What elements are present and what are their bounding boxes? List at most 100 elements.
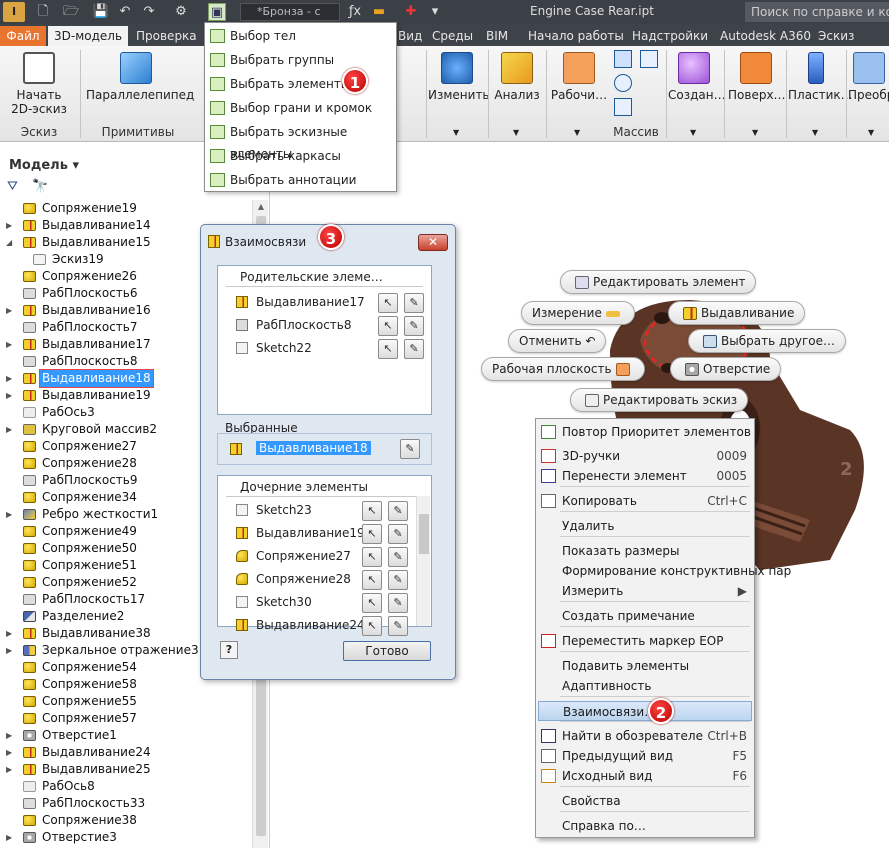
select-in-graphics-button[interactable]: ↖ xyxy=(378,339,398,359)
close-button[interactable]: ✕ xyxy=(418,234,448,251)
context-menu-item[interactable]: Взаимосвязи… xyxy=(538,701,752,721)
context-menu-item[interactable]: Измерить ▶ xyxy=(538,581,752,601)
select-in-graphics-button[interactable]: ↖ xyxy=(362,593,382,613)
tree-node[interactable]: ▶ Отверстие1 xyxy=(0,727,252,744)
create-freeform-button[interactable]: Создан… xyxy=(668,52,726,102)
convert-button[interactable]: Преобр xyxy=(848,52,889,102)
select-mode-icon[interactable]: ▣ xyxy=(208,3,226,21)
work-plane-pill[interactable]: Рабочая плоскость xyxy=(481,357,645,381)
rect-pattern-button[interactable] xyxy=(614,50,636,68)
tab-3d-model[interactable]: 3D-модель xyxy=(48,26,129,46)
material-select[interactable]: *Бронза - с xyxy=(240,3,340,21)
scroll-thumb[interactable] xyxy=(419,514,429,554)
context-menu-item[interactable]: Справка по… xyxy=(538,816,752,836)
find-icon[interactable]: 🔭 xyxy=(32,179,48,194)
chevron-down-icon[interactable]: ▼ xyxy=(453,128,459,137)
edit-feature-button[interactable]: ✎ xyxy=(400,439,420,459)
work-features-button[interactable]: Рабочи… xyxy=(550,52,608,102)
expand-icon[interactable]: ▶ xyxy=(6,370,16,387)
context-menu-item[interactable]: Создать примечание xyxy=(538,606,752,626)
context-menu-item[interactable]: Показать размеры xyxy=(538,541,752,561)
edit-button[interactable]: ✎ xyxy=(404,339,424,359)
done-button[interactable]: Готово xyxy=(343,641,431,661)
expand-icon[interactable]: ▶ xyxy=(6,625,16,642)
hole-pill[interactable]: Отверстие xyxy=(670,357,782,381)
context-menu-item[interactable]: Адаптивность xyxy=(538,676,752,696)
extrude-pill[interactable]: Выдавливание xyxy=(668,301,806,325)
tree-node[interactable]: РабПлоскость33 xyxy=(0,795,252,812)
expand-icon[interactable]: ▶ xyxy=(6,761,16,778)
select-filter-item[interactable]: Выбор грани и кромок xyxy=(207,97,395,119)
expand-icon[interactable]: ▶ xyxy=(6,744,16,761)
redo-icon[interactable]: ↷ xyxy=(140,3,158,21)
measure-icon[interactable]: ▬ xyxy=(370,3,388,21)
customize-qat-icon[interactable]: ▾ xyxy=(426,3,444,21)
context-menu-item[interactable]: Предыдущий вид F5 xyxy=(538,746,752,766)
select-filter-item[interactable]: Выбрать аннотации xyxy=(207,169,395,191)
select-in-graphics-button[interactable]: ↖ xyxy=(378,316,398,336)
expand-icon[interactable]: ▶ xyxy=(6,727,16,744)
expand-icon[interactable]: ▶ xyxy=(6,336,16,353)
measure-pill[interactable]: Измерение xyxy=(521,301,635,325)
tree-node[interactable]: Сопряжение38 xyxy=(0,812,252,829)
chevron-down-icon[interactable]: ▼ xyxy=(513,128,519,137)
tree-node[interactable]: Сопряжение55 xyxy=(0,693,252,710)
edit-button[interactable]: ✎ xyxy=(404,316,424,336)
select-other-pill[interactable]: Выбрать другое… xyxy=(688,329,846,353)
tab-view[interactable]: Вид xyxy=(392,26,428,46)
start-sketch-button[interactable]: Начать 2D-эскиз xyxy=(8,52,70,116)
app-logo[interactable]: I xyxy=(3,2,25,22)
select-in-graphics-button[interactable]: ↖ xyxy=(362,570,382,590)
expand-icon[interactable]: ▶ xyxy=(6,829,16,846)
circ-pattern-button[interactable] xyxy=(614,74,636,92)
select-in-graphics-button[interactable]: ↖ xyxy=(362,547,382,567)
context-menu-item[interactable]: Найти в обозревателе Ctrl+B xyxy=(538,726,752,746)
context-menu-item[interactable]: Переместить маркер EOP xyxy=(538,631,752,651)
edit-sketch-pill[interactable]: Редактировать эскиз xyxy=(570,388,749,412)
context-menu-item[interactable]: Повтор Приоритет элементов xyxy=(538,422,752,442)
select-filter-item[interactable]: Выбрать эскизные элементы xyxy=(207,121,395,161)
expand-icon[interactable]: ▶ xyxy=(6,387,16,404)
edit-button[interactable]: ✎ xyxy=(388,593,408,613)
expand-icon[interactable]: ▶ xyxy=(6,642,16,659)
new-file-icon[interactable]: 🗋 xyxy=(34,3,52,21)
edit-feature-pill[interactable]: Редактировать элемент xyxy=(560,270,757,294)
select-in-graphics-button[interactable]: ↖ xyxy=(362,524,382,544)
tab-file[interactable]: Файл xyxy=(0,26,46,46)
context-menu-item[interactable]: Удалить xyxy=(538,516,752,536)
expand-icon[interactable]: ◢ xyxy=(6,234,16,251)
context-menu-item[interactable]: Формирование конструктивных пар xyxy=(538,561,791,581)
origin-icon[interactable]: ✚ xyxy=(402,3,420,21)
sketch-pattern-button[interactable] xyxy=(614,98,636,116)
select-in-graphics-button[interactable]: ↖ xyxy=(362,616,382,636)
update-icon[interactable]: ⚙ xyxy=(172,3,190,21)
chevron-down-icon[interactable]: ▼ xyxy=(690,128,696,137)
mirror-button[interactable] xyxy=(640,50,662,68)
context-menu-item[interactable]: 3D-ручки 0009 xyxy=(538,446,752,466)
context-menu-item[interactable]: Свойства xyxy=(538,791,752,811)
expand-icon[interactable]: ▶ xyxy=(6,421,16,438)
select-in-graphics-button[interactable]: ↖ xyxy=(362,501,382,521)
edit-button[interactable]: ✎ xyxy=(388,547,408,567)
undo-icon[interactable]: ↶ xyxy=(116,3,134,21)
tree-node[interactable]: ▶ Отверстие3 xyxy=(0,829,252,846)
tree-node[interactable]: ▶ Выдавливание24 xyxy=(0,744,252,761)
help-button[interactable]: ? xyxy=(220,641,238,659)
tab-a360[interactable]: Autodesk A360 xyxy=(714,26,817,46)
expand-icon[interactable]: ▶ xyxy=(6,506,16,523)
tree-node[interactable]: ▶ Выдавливание25 xyxy=(0,761,252,778)
filter-icon[interactable]: ⛛ xyxy=(7,179,18,194)
tab-inspect[interactable]: Проверка xyxy=(130,26,203,46)
edit-button[interactable]: ✎ xyxy=(388,524,408,544)
edit-button[interactable]: ✎ xyxy=(388,501,408,521)
context-menu-item[interactable]: Перенести элемент 0005 xyxy=(538,466,752,486)
tab-environments[interactable]: Среды xyxy=(426,26,479,46)
tree-node[interactable]: Сопряжение57 xyxy=(0,710,252,727)
expand-icon[interactable]: ▶ xyxy=(6,217,16,234)
help-search-input[interactable]: Поиск по справке и ком xyxy=(745,2,889,22)
tab-sketch[interactable]: Эскиз xyxy=(812,26,860,46)
analysis-button[interactable]: Анализ xyxy=(492,52,542,102)
context-menu-item[interactable]: Исходный вид F6 xyxy=(538,766,752,786)
chevron-down-icon[interactable]: ▼ xyxy=(868,128,874,137)
box-button[interactable]: Параллелепипед xyxy=(86,52,194,102)
